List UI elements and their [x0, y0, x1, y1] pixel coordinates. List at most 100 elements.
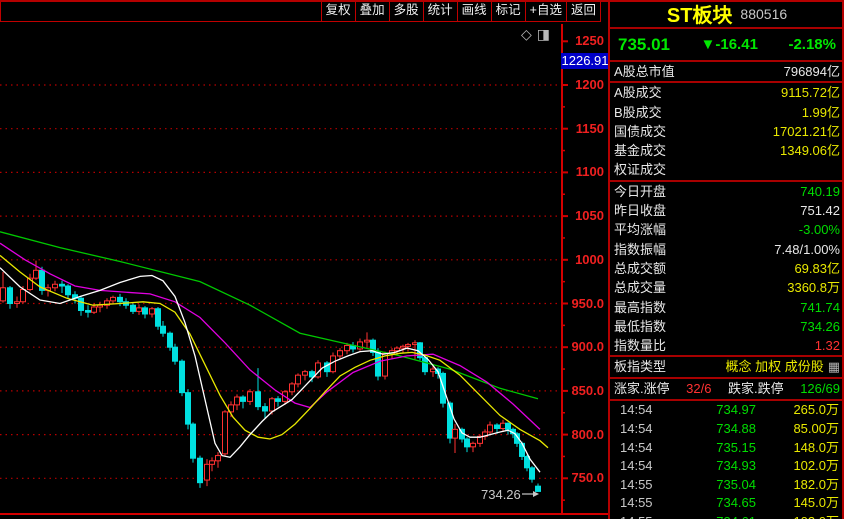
stat-value: 69.83亿: [794, 259, 840, 278]
stat-value: -3.00%: [799, 220, 840, 239]
stat-value: 751.42: [800, 201, 840, 220]
board-type-value-text: 概念 加权 成份股: [725, 357, 823, 377]
time-sales-list: 14:54734.97265.0万14:54734.8885.00万14:547…: [610, 401, 844, 519]
stat-label: 最低指数: [614, 317, 666, 336]
toolbar-button[interactable]: +自选: [525, 0, 567, 22]
stat-value: 1349.06亿: [780, 141, 840, 160]
stat-row: 总成交额 69.83亿: [610, 259, 844, 278]
toolbar-button[interactable]: 复权: [321, 0, 356, 22]
chart-pane[interactable]: ◇ ◨ 125012001150110010501000950.0900.085…: [0, 0, 608, 519]
time-sales-row: 14:55735.04182.0万: [610, 476, 844, 495]
toolbar-gap: [601, 0, 608, 22]
tick-time: 14:54: [610, 420, 678, 439]
tick-price: 734.97: [678, 401, 756, 420]
tick-time: 14:54: [610, 401, 678, 420]
quote-panel: ST板块 880516 735.01 ▼-16.41 -2.18% A股总市值7…: [608, 0, 844, 519]
toolbar-button[interactable]: 叠加: [355, 0, 390, 22]
market-breadth-row: 涨家.涨停 32/6 跌家.跌停 126/69: [610, 379, 844, 399]
stat-label: 指数振幅: [614, 240, 666, 259]
window-top-border: [0, 0, 844, 2]
component-list-icon[interactable]: ▦: [828, 357, 840, 377]
board-type-row: 板指类型 概念 加权 成份股 ▦: [610, 357, 844, 377]
stat-row: 权证成交: [610, 160, 844, 179]
crosshair-price-label: 1226.91: [561, 53, 609, 69]
toolbar-buttons: 复权叠加多股统计画线标记+自选返回: [322, 0, 601, 22]
stat-row: 最高指数741.74: [610, 298, 844, 317]
tick-time: 14:55: [610, 476, 678, 495]
market-cap-group: A股总市值796894亿: [610, 62, 844, 81]
decliners-count: 126/69: [800, 379, 840, 399]
toolbar-empty-region: [0, 0, 322, 22]
tick-price: 735.04: [678, 476, 756, 495]
stat-row: A股成交9115.72亿: [610, 83, 844, 102]
stat-row: 基金成交1349.06亿: [610, 141, 844, 160]
diamond-icon[interactable]: ◇: [521, 26, 532, 43]
toolbar-button[interactable]: 统计: [423, 0, 458, 22]
stat-value: 1.32: [815, 336, 840, 355]
tick-volume: 148.0万: [756, 439, 844, 458]
stat-row: B股成交1.99亿: [610, 103, 844, 122]
stat-value: 9115.72亿: [781, 83, 840, 102]
symbol-code: 880516: [740, 6, 787, 22]
tick-price: 734.65: [678, 494, 756, 513]
y-axis-label: 950.0: [562, 296, 604, 312]
stat-label: 平均涨幅: [614, 220, 666, 239]
price-change: ▼-16.41: [701, 36, 758, 53]
candlestick-chart[interactable]: [0, 0, 608, 519]
low-price-label: 734.26: [481, 487, 521, 502]
toolbar-button[interactable]: 标记: [491, 0, 526, 22]
stat-label: 昨日收盘: [614, 201, 666, 220]
symbol-name: ST板块: [667, 0, 733, 28]
tick-price: 734.93: [678, 457, 756, 476]
stat-value: 17021.21亿: [773, 122, 840, 141]
stat-label: 今日开盘: [614, 182, 666, 201]
toolbar-button[interactable]: 返回: [566, 0, 601, 22]
market-turnover-group: A股成交9115.72亿B股成交1.99亿国债成交17021.21亿基金成交13…: [610, 83, 844, 179]
stat-label: 权证成交: [614, 160, 666, 179]
y-axis-label: 1250: [562, 33, 604, 49]
stat-label: 总成交量: [614, 278, 666, 297]
y-axis-label: 800.0: [562, 427, 604, 443]
time-sales-row: 14:54734.97265.0万: [610, 401, 844, 420]
tick-price: 734.88: [678, 420, 756, 439]
tick-time: 14:55: [610, 513, 678, 519]
stat-label: 最高指数: [614, 298, 666, 317]
stat-row: 国债成交17021.21亿: [610, 122, 844, 141]
y-axis-label: 1150: [562, 121, 604, 137]
y-axis-label: 850.0: [562, 383, 604, 399]
price-row: 735.01 ▼-16.41 -2.18%: [610, 29, 844, 60]
tick-price: 735.15: [678, 439, 756, 458]
chart-corner-icons: ◇ ◨: [521, 26, 550, 43]
stat-row: 最低指数734.26: [610, 317, 844, 336]
stat-row: 指数振幅7.48/1.00%: [610, 240, 844, 259]
stat-row: A股总市值796894亿: [610, 62, 844, 81]
time-sales-row: 14:55734.61102.0万: [610, 513, 844, 519]
panel-toggle-icon[interactable]: ◨: [537, 26, 550, 43]
toolbar-button[interactable]: 多股: [389, 0, 424, 22]
tick-time: 14:54: [610, 439, 678, 458]
y-axis-label: 1050: [562, 208, 604, 224]
stat-label: 总成交额: [614, 259, 666, 278]
time-sales-row: 14:54734.8885.00万: [610, 420, 844, 439]
tick-volume: 85.00万: [756, 420, 844, 439]
tick-volume: 102.0万: [756, 513, 844, 519]
board-type-label: 板指类型: [614, 357, 666, 377]
toolbar: 复权叠加多股统计画线标记+自选返回: [0, 0, 608, 22]
advancers-count: 32/6: [686, 379, 711, 399]
advancers-label: 涨家.涨停: [614, 379, 670, 399]
tick-time: 14:55: [610, 494, 678, 513]
time-sales-row: 14:54735.15148.0万: [610, 439, 844, 458]
y-axis-label: 750.0: [562, 470, 604, 486]
y-axis-label: 1000: [562, 252, 604, 268]
stat-value: 796894亿: [784, 62, 840, 81]
y-axis-label: 900.0: [562, 339, 604, 355]
app-window: 复权叠加多股统计画线标记+自选返回 ◇ ◨ 125012001150110010…: [0, 0, 844, 519]
tick-volume: 102.0万: [756, 457, 844, 476]
index-stats-group: 今日开盘740.19昨日收盘751.42平均涨幅-3.00%指数振幅7.48/1…: [610, 182, 844, 356]
ma-fast: [0, 255, 548, 447]
toolbar-button[interactable]: 画线: [457, 0, 492, 22]
time-sales-row: 14:54734.93102.0万: [610, 457, 844, 476]
board-type-values: 概念 加权 成份股 ▦: [725, 357, 840, 377]
tick-volume: 182.0万: [756, 476, 844, 495]
tick-volume: 145.0万: [756, 494, 844, 513]
